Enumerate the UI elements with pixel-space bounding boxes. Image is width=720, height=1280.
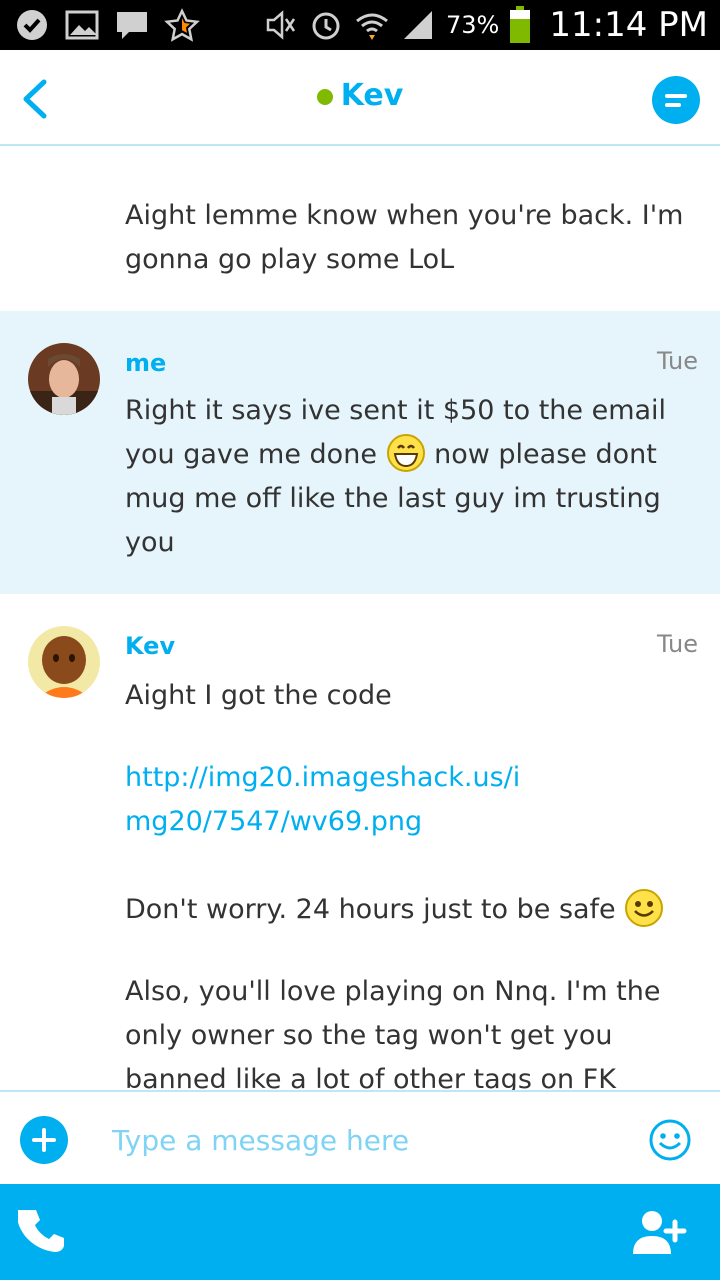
message-text: Don't worry. 24 hours just to be safe — [125, 888, 695, 932]
signal-icon — [404, 11, 433, 39]
message-text: Aight I got the code — [125, 680, 392, 711]
add-content-button[interactable] — [20, 1116, 68, 1164]
wifi-icon — [356, 13, 388, 40]
mute-icon — [266, 10, 296, 40]
call-action-bar — [0, 1184, 720, 1280]
alarm-icon — [312, 12, 340, 40]
message-time: Tue — [657, 630, 698, 658]
grin-emoticon-icon — [386, 433, 425, 472]
add-participant-button[interactable] — [630, 1208, 690, 1256]
sender-name: Kev — [125, 632, 176, 660]
chat-header: Kev — [0, 50, 720, 146]
contact-name: Kev — [340, 78, 404, 113]
menu-button[interactable] — [652, 76, 700, 124]
battery-percent: 73% — [446, 11, 500, 39]
message-composer — [0, 1090, 720, 1184]
message-list[interactable]: So did the CD link work? Aight lemme kno… — [0, 148, 720, 1090]
avatar-kev[interactable] — [28, 626, 100, 698]
message-text: Right it says ive sent it $50 to the ema… — [125, 395, 667, 558]
message-item[interactable]: So did the CD link work? Aight lemme kno… — [0, 148, 720, 310]
presence-online-icon — [316, 88, 333, 105]
message-link[interactable]: http://img20.imageshack.us/img20/7547/wv… — [125, 756, 545, 844]
smile-emoticon-icon — [625, 888, 664, 927]
menu-icon — [665, 94, 687, 98]
message-item-selected[interactable]: me Tue Right it says ive sent it $50 to … — [0, 311, 720, 594]
message-time: Tue — [657, 347, 698, 375]
avatar-me[interactable] — [28, 343, 100, 415]
message-input[interactable] — [112, 1118, 612, 1162]
battery-icon — [510, 6, 531, 43]
message-item[interactable]: Kev Tue Aight I got the code http://img2… — [0, 594, 720, 1090]
emoticon-picker-button[interactable] — [648, 1118, 692, 1162]
gallery-icon — [65, 10, 99, 40]
message-icon — [117, 12, 147, 39]
clock: 11:14 PM — [549, 5, 708, 45]
conversation-title[interactable]: Kev — [0, 78, 720, 113]
skype-notification-icon — [17, 10, 47, 40]
status-bar: 73% 11:14 PM — [0, 0, 720, 50]
message-text: So did the CD link work? Aight lemme kno… — [125, 200, 684, 275]
star-icon — [164, 8, 200, 42]
sender-name: me — [125, 349, 167, 377]
call-button[interactable] — [18, 1206, 68, 1256]
message-text: Also, you'll love playing on Nnq. I'm th… — [125, 976, 661, 1090]
